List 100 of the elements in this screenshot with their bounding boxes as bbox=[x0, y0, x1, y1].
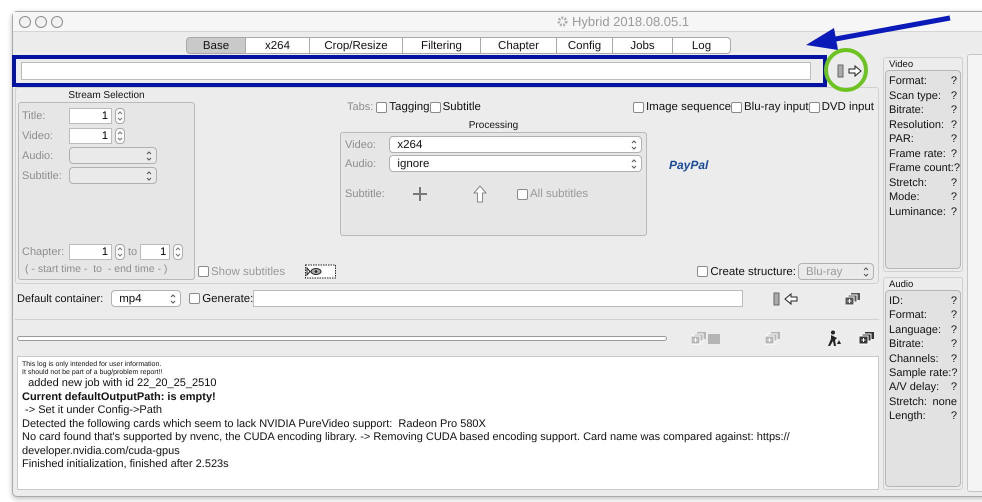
log-line: added new job with id 22_20_25_2510 bbox=[27, 377, 218, 390]
info-value: ? bbox=[950, 308, 957, 323]
info-label: Stretch: bbox=[889, 394, 927, 410]
info-value: ? bbox=[950, 176, 957, 190]
checkbox[interactable]: Image sequence bbox=[632, 101, 732, 113]
film-eye-icon[interactable] bbox=[305, 264, 336, 279]
combo-box[interactable]: x264 bbox=[389, 136, 642, 153]
info-value: none bbox=[932, 394, 957, 410]
info-label: Channels: bbox=[889, 352, 939, 366]
hint-text: ( - start time - to - end time - ) bbox=[24, 263, 168, 275]
group-title: Stream Selection bbox=[68, 90, 145, 101]
paypal-logo[interactable]: PayPal bbox=[669, 158, 708, 172]
field-label: Subtitle: bbox=[22, 170, 63, 182]
info-label: Format: bbox=[889, 74, 927, 88]
log-line: Detected the following cards which seem to lack NVIDIA PureVideo support: Radeon Pro 580X bbox=[22, 418, 487, 431]
info-label: Bitrate: bbox=[889, 337, 924, 352]
stepper-icon[interactable] bbox=[631, 138, 637, 150]
log-line: No card found that's supported by nvenc, the CUDA encoding library. -> Removing CUDA based encoding support. Card name was compared against: https:// bbox=[22, 431, 791, 444]
info-label: Luminance: bbox=[889, 204, 946, 219]
close-button[interactable] bbox=[19, 16, 31, 28]
info-value: ? bbox=[950, 88, 957, 103]
info-value: ? bbox=[950, 118, 957, 132]
door-arrow-icon[interactable] bbox=[773, 292, 800, 306]
tab[interactable]: Base bbox=[186, 37, 246, 54]
combo-box[interactable]: ignore bbox=[389, 155, 642, 172]
checkbox[interactable]: Blu-ray input bbox=[731, 101, 809, 113]
info-value: ? bbox=[950, 146, 957, 161]
door-arrow-icon[interactable] bbox=[837, 64, 863, 78]
info-value: ? bbox=[950, 409, 957, 424]
checkbox[interactable]: Tagging bbox=[376, 101, 430, 113]
info-label: Frame count: bbox=[889, 161, 954, 176]
window-title: Hybrid 2018.08.05.1 bbox=[557, 14, 690, 29]
spin-stepper[interactable] bbox=[115, 244, 125, 260]
field-label: Video: bbox=[345, 138, 377, 150]
info-label: Scan type: bbox=[889, 88, 941, 103]
info-value: ? bbox=[950, 132, 957, 146]
checkbox[interactable]: Subtitle bbox=[430, 101, 481, 113]
up-arrow-icon[interactable] bbox=[473, 185, 487, 203]
info-label: Bitrate: bbox=[889, 103, 924, 118]
tab[interactable]: x264 bbox=[246, 37, 310, 54]
field-label: to bbox=[128, 246, 138, 258]
info-value: ? bbox=[950, 322, 957, 338]
field-label: Video: bbox=[22, 130, 54, 142]
combo-box[interactable]: mp4 bbox=[111, 290, 182, 307]
info-label: ID: bbox=[889, 294, 904, 308]
info-label: Resolution: bbox=[889, 118, 944, 132]
source-field[interactable] bbox=[21, 62, 811, 80]
gear-icon bbox=[557, 16, 568, 27]
info-value: ? bbox=[950, 380, 957, 395]
stepper-icon[interactable] bbox=[631, 158, 637, 170]
group-title: Processing bbox=[468, 120, 518, 131]
field-label: Title: bbox=[22, 110, 46, 122]
tab[interactable]: Filtering bbox=[403, 37, 481, 54]
log-line: developer.nvidia.com/cuda-gpus bbox=[22, 444, 181, 458]
spin-stepper[interactable] bbox=[115, 108, 125, 124]
info-value: ? bbox=[950, 103, 957, 118]
spin-field[interactable]: 1 bbox=[69, 244, 112, 260]
info-label: Length: bbox=[889, 409, 926, 424]
worker-icon[interactable] bbox=[827, 330, 875, 346]
info-label: Frame rate: bbox=[889, 146, 946, 161]
stepper-icon[interactable] bbox=[146, 170, 152, 182]
log-line: Finished initialization, finished after 2.523s bbox=[22, 458, 230, 472]
add-job-icon[interactable] bbox=[845, 292, 862, 306]
info-label: Format: bbox=[889, 308, 927, 323]
log-line: Current defaultOutputPath: is empty! bbox=[22, 390, 217, 404]
log-line: -> Set it under Config->Path bbox=[24, 404, 164, 418]
minimize-button[interactable] bbox=[35, 16, 47, 28]
stepper-icon[interactable] bbox=[170, 292, 176, 304]
info-label: PAR: bbox=[889, 132, 914, 146]
info-value: ? bbox=[950, 294, 957, 308]
stepper-icon[interactable] bbox=[146, 150, 152, 162]
generate-field[interactable] bbox=[253, 290, 744, 307]
highlight-circle bbox=[824, 48, 868, 92]
info-label: Language: bbox=[889, 322, 941, 338]
add-icon[interactable] bbox=[413, 187, 427, 201]
tab[interactable]: Config bbox=[557, 37, 613, 54]
zoom-button[interactable] bbox=[51, 16, 63, 28]
field-label: Tabs: bbox=[347, 101, 374, 113]
checkbox[interactable]: Generate: bbox=[189, 292, 254, 304]
info-label: Stretch: bbox=[889, 176, 927, 190]
info-label: A/V delay: bbox=[889, 380, 940, 395]
tab[interactable]: Crop/Resize bbox=[310, 37, 403, 54]
info-label: Sample rate: bbox=[889, 366, 952, 380]
tab[interactable]: Chapter bbox=[481, 37, 557, 54]
field-label: Subtitle: bbox=[345, 188, 386, 200]
info-value: ? bbox=[951, 366, 958, 380]
field-label: Audio: bbox=[22, 150, 54, 162]
info-value: ? bbox=[950, 190, 957, 204]
tab[interactable]: Log bbox=[673, 37, 731, 54]
field-label: Default container: bbox=[17, 292, 104, 304]
info-value: ? bbox=[954, 161, 960, 176]
info-label: Mode: bbox=[889, 190, 920, 204]
spin-stepper[interactable] bbox=[115, 128, 125, 144]
checkbox[interactable]: DVD input bbox=[808, 101, 874, 113]
group-title: Video bbox=[888, 59, 914, 70]
spin-stepper[interactable] bbox=[173, 244, 184, 260]
spin-field[interactable]: 1 bbox=[140, 244, 170, 260]
tab[interactable]: Jobs bbox=[613, 37, 673, 54]
group-title: Audio bbox=[888, 279, 914, 290]
info-value: ? bbox=[950, 204, 957, 219]
